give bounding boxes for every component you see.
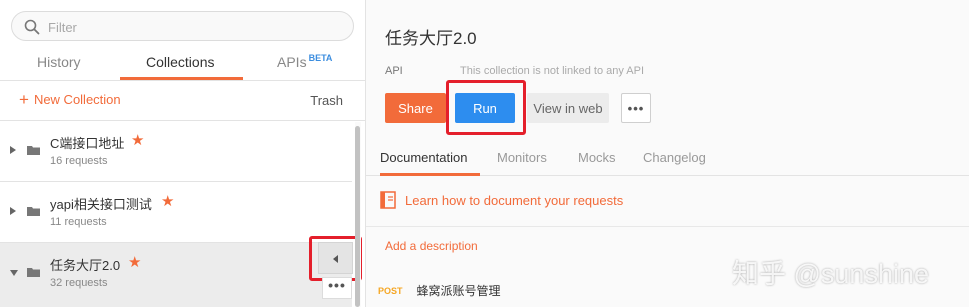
beta-badge: BETA <box>308 53 333 63</box>
folder-icon <box>27 207 40 216</box>
filter-box[interactable] <box>11 11 354 41</box>
new-collection-button[interactable]: + New Collection <box>19 90 121 109</box>
tab-changelog[interactable]: Changelog <box>643 150 706 165</box>
highlight-box <box>446 80 526 135</box>
share-button[interactable]: Share <box>385 93 446 123</box>
tab-apis[interactable]: APIs BETA <box>277 53 333 70</box>
star-icon[interactable]: ★ <box>161 192 174 210</box>
scrollbar-thumb[interactable] <box>355 126 360 307</box>
folder-icon <box>27 146 40 155</box>
api-label: API <box>385 65 403 77</box>
request-method: POST <box>378 285 403 296</box>
collection-item[interactable]: C端接口地址 ★ 16 requests <box>0 121 352 181</box>
new-collection-label: New Collection <box>33 92 121 107</box>
sidebar: History Collections APIsBETA + New Colle… <box>0 0 366 307</box>
collapse-arrow-icon[interactable] <box>10 270 18 276</box>
collection-request-count: 32 requests <box>50 277 108 289</box>
collection-name: 任务大厅2.0 <box>50 258 121 273</box>
tab-mocks[interactable]: Mocks <box>578 150 616 165</box>
sidebar-tabs: History Collections APIs BETA <box>0 46 365 81</box>
search-icon <box>24 19 40 35</box>
tab-monitors[interactable]: Monitors <box>497 150 547 165</box>
more-actions-button[interactable]: ••• <box>621 93 651 123</box>
request-item[interactable]: POST 蜂窝派账号管理 <box>378 282 501 299</box>
collection-title: 任务大厅2.0 <box>385 29 477 48</box>
book-icon <box>380 191 396 209</box>
expand-arrow-icon[interactable] <box>10 207 16 215</box>
collection-more-button[interactable]: ••• <box>322 277 352 299</box>
api-link-note: This collection is not linked to any API <box>460 65 645 77</box>
view-in-web-button[interactable]: View in web <box>527 93 609 123</box>
tab-documentation[interactable]: Documentation <box>380 150 467 165</box>
active-tab-indicator <box>120 77 243 80</box>
collection-request-count: 11 requests <box>50 216 107 228</box>
tab-history[interactable]: History <box>37 54 81 70</box>
tab-apis-label: APIs <box>277 54 307 70</box>
collection-request-count: 16 requests <box>50 155 108 167</box>
expand-arrow-icon[interactable] <box>10 146 16 154</box>
filter-input[interactable] <box>48 17 338 37</box>
request-name: 蜂窝派账号管理 <box>416 284 501 298</box>
folder-icon <box>27 268 40 277</box>
divider <box>366 226 969 227</box>
active-tab-indicator <box>380 173 480 176</box>
tab-collections[interactable]: Collections <box>146 54 214 70</box>
add-description-link[interactable]: Add a description <box>385 239 478 253</box>
star-icon[interactable]: ★ <box>128 253 141 271</box>
details-tabs: Documentation Monitors Mocks Changelog <box>366 140 969 176</box>
watermark: 知乎 @sunshine <box>732 259 929 289</box>
plus-icon: + <box>19 90 29 109</box>
collection-name: yapi相关接口测试 <box>50 197 152 212</box>
collection-item[interactable]: yapi相关接口测试 ★ 11 requests <box>0 182 352 242</box>
collection-item-selected[interactable]: 任务大厅2.0 ★ 32 requests <box>0 243 352 307</box>
trash-button[interactable]: Trash <box>310 93 343 108</box>
learn-documentation-link[interactable]: Learn how to document your requests <box>380 191 623 209</box>
collection-name: C端接口地址 <box>50 136 125 151</box>
star-icon[interactable]: ★ <box>131 131 144 149</box>
learn-link-label: Learn how to document your requests <box>405 192 624 208</box>
